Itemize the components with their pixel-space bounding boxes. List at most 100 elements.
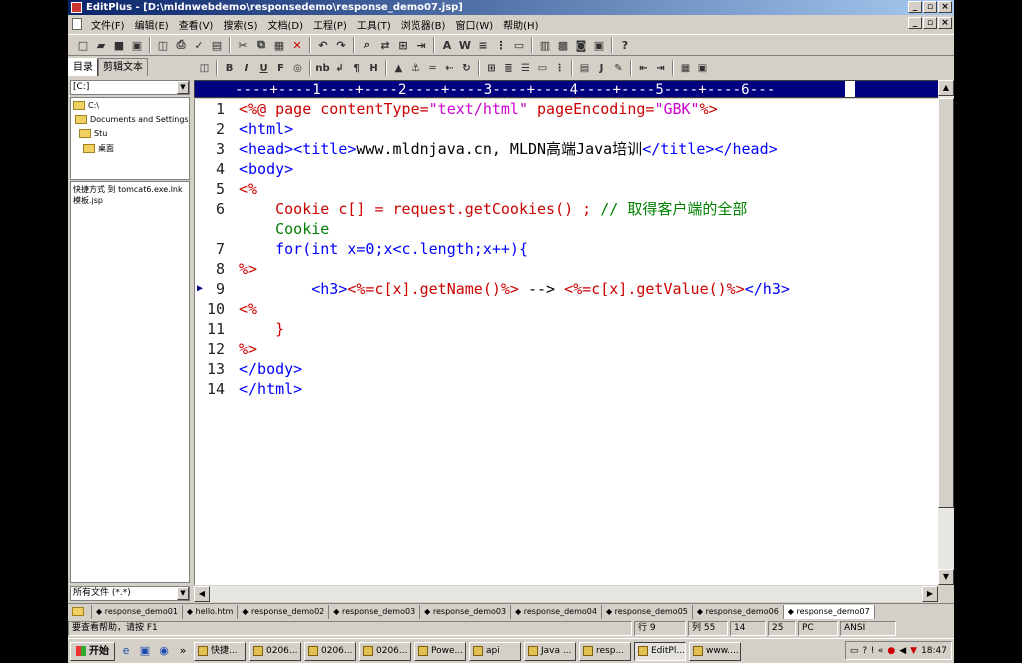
start-button[interactable]: 开始 (70, 641, 115, 661)
italic-icon[interactable]: I (238, 59, 255, 77)
scroll-left-icon[interactable]: ◀ (194, 586, 210, 602)
document-icon[interactable] (72, 18, 82, 30)
script-icon[interactable]: ▤ (576, 59, 593, 77)
underline-icon[interactable]: U (255, 59, 272, 77)
task-button[interactable]: api (469, 641, 521, 661)
doc-tab[interactable]: ◆ response_demo06 (693, 604, 784, 619)
menu-edit[interactable]: 编辑(E) (130, 17, 174, 32)
maximize-button[interactable]: ▫ (923, 1, 937, 13)
preview-icon[interactable]: ◫ (196, 59, 213, 77)
nbsp-icon[interactable]: nb (314, 59, 331, 77)
font-tag-icon[interactable]: F (272, 59, 289, 77)
open-folder-icon[interactable]: ▰ (92, 36, 110, 54)
doc-tab[interactable]: ◆ hello.htm (183, 604, 239, 619)
code-editor[interactable]: 1 <%@ page contentType="text/html" pageEn… (194, 99, 938, 585)
form-icon[interactable]: ▭ (534, 59, 551, 77)
line-break-icon[interactable]: ↲ (331, 59, 348, 77)
doc-tab[interactable]: ◆ response_demo04 (511, 604, 602, 619)
scroll-thumb[interactable] (938, 98, 954, 508)
doc-tab[interactable]: ◆ response_demo01 (92, 604, 183, 619)
list-icon[interactable]: ☰ (517, 59, 534, 77)
menu-tools[interactable]: 工具(T) (352, 17, 396, 32)
style-icon[interactable]: ✎ (610, 59, 627, 77)
scroll-right-icon[interactable]: ▶ (922, 586, 938, 602)
chevron-down-icon[interactable]: ▼ (177, 587, 189, 600)
find-in-files-icon[interactable]: ⊞ (394, 36, 412, 54)
menu-file[interactable]: 文件(F) (86, 17, 130, 32)
screen-icon[interactable]: ▭ (510, 36, 528, 54)
task-button[interactable]: 0206... (359, 641, 411, 661)
redo-icon[interactable]: ↷ (332, 36, 350, 54)
doc-tab-active[interactable]: ◆ response_demo07 (783, 604, 875, 619)
more-icon[interactable]: » (175, 643, 191, 659)
javascript-icon[interactable]: J (593, 59, 610, 77)
print-icon[interactable]: ⎙ (172, 36, 190, 54)
file-item[interactable]: 快捷方式 到 tomcat6.exe.lnk (73, 184, 187, 195)
menu-help[interactable]: 帮助(H) (498, 17, 543, 32)
find-icon[interactable]: ⌕ (358, 36, 376, 54)
heading-icon[interactable]: H (365, 59, 382, 77)
task-button[interactable]: 0206... (304, 641, 356, 661)
output-window-icon[interactable]: ▣ (590, 36, 608, 54)
menu-document[interactable]: 文档(D) (263, 17, 309, 32)
menu-project[interactable]: 工程(P) (308, 17, 352, 32)
anchor-icon[interactable]: ⚓ (407, 59, 424, 77)
doc-tab[interactable]: ◆ response_demo03 (420, 604, 512, 619)
task-button[interactable]: Powe... (414, 641, 466, 661)
menu-search[interactable]: 搜索(S) (218, 17, 262, 32)
drive-select[interactable]: [C:] ▼ (70, 80, 190, 95)
tab-directory[interactable]: 目录 (68, 58, 98, 76)
refresh-icon[interactable]: ↻ (458, 59, 475, 77)
bold-icon[interactable]: B (221, 59, 238, 77)
save-all-icon[interactable]: ▣ (128, 36, 146, 54)
print-preview-icon[interactable]: ◫ (154, 36, 172, 54)
chevron-left-icon[interactable]: « (878, 646, 884, 656)
vertical-scrollbar[interactable]: ▲ ▼ (938, 80, 954, 585)
window-tile-icon[interactable]: ▥ (536, 36, 554, 54)
menu-window[interactable]: 窗口(W) (450, 17, 498, 32)
doc-tab[interactable]: ◆ response_demo02 (238, 604, 330, 619)
close-button[interactable]: × (938, 1, 952, 13)
outdent-icon[interactable]: ⇥ (652, 59, 669, 77)
window-icon[interactable]: ▣ (694, 59, 711, 77)
task-button[interactable]: www.... (689, 641, 741, 661)
undo-icon[interactable]: ↶ (314, 36, 332, 54)
paragraph-icon[interactable]: ¶ (348, 59, 365, 77)
doc-restore-button[interactable]: ▫ (923, 17, 937, 29)
horizontal-scrollbar[interactable]: ◀ ▶ (194, 586, 938, 602)
help-icon[interactable]: ? (862, 646, 867, 656)
ruler-icon[interactable]: ≡ (474, 36, 492, 54)
media-icon[interactable]: ◉ (156, 643, 172, 659)
browser-icon[interactable]: ◙ (572, 36, 590, 54)
comment-icon[interactable]: ⇠ (441, 59, 458, 77)
doc-close-button[interactable]: × (938, 17, 952, 29)
doc-tab[interactable]: ◆ response_demo05 (602, 604, 693, 619)
file-filter-select[interactable]: 所有文件 (*.*) ▼ (70, 586, 190, 601)
doc-tab[interactable]: ◆ response_demo03 (329, 604, 421, 619)
scroll-up-icon[interactable]: ▲ (938, 80, 954, 96)
minimize-button[interactable]: _ (908, 1, 922, 13)
window-cascade-icon[interactable]: ▩ (554, 36, 572, 54)
document-properties-icon[interactable]: ▤ (208, 36, 226, 54)
tree-node-root[interactable]: C:\ (73, 101, 99, 110)
task-button[interactable]: 快捷... (194, 641, 246, 661)
word-wrap-icon[interactable]: W (456, 36, 474, 54)
task-button[interactable]: 0206... (249, 641, 301, 661)
new-file-icon[interactable]: □ (74, 36, 92, 54)
color-icon[interactable]: ◎ (289, 59, 306, 77)
shield-icon[interactable]: ▼ (910, 646, 917, 656)
ie-icon[interactable]: e (118, 643, 134, 659)
save-icon[interactable]: ■ (110, 36, 128, 54)
tree-node-stu[interactable]: Stu (79, 129, 107, 138)
task-button-active[interactable]: EditPl... (634, 641, 686, 661)
network-icon[interactable]: ▭ (850, 646, 859, 656)
font-icon[interactable]: A (438, 36, 456, 54)
help-icon[interactable]: ? (616, 36, 634, 54)
spell-check-icon[interactable]: ✓ (190, 36, 208, 54)
input-icon[interactable]: ⋮ (551, 59, 568, 77)
doc-minimize-button[interactable]: _ (908, 17, 922, 29)
tab-cliptext[interactable]: 剪辑文本 (98, 58, 148, 76)
menu-browser[interactable]: 浏览器(B) (396, 17, 451, 32)
cut-icon[interactable]: ✂ (234, 36, 252, 54)
paste-icon[interactable]: ▦ (270, 36, 288, 54)
